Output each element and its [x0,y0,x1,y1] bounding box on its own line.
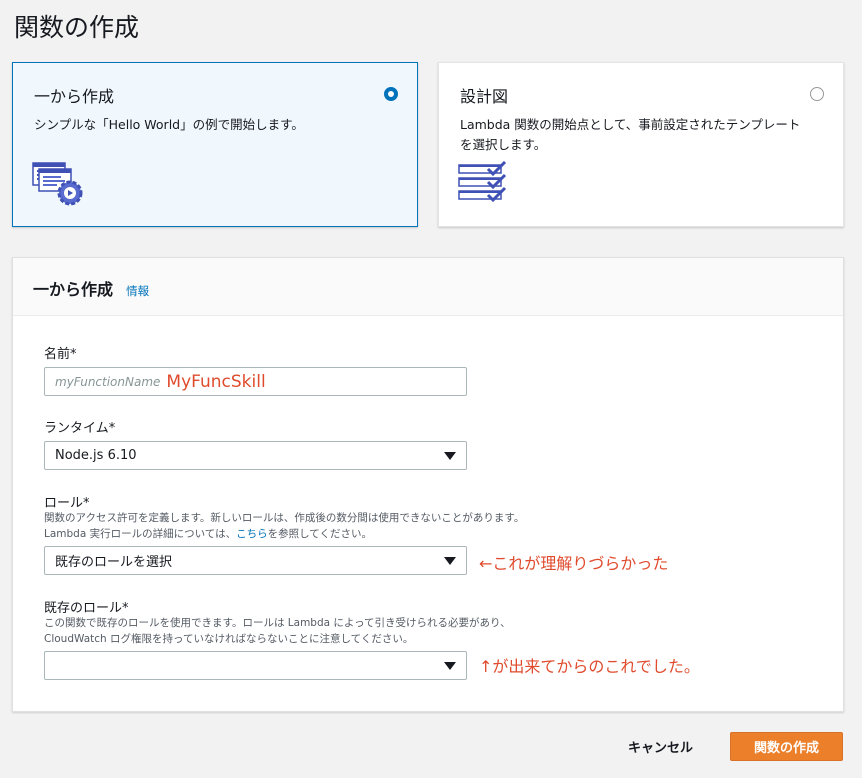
tile-title: 設計図 [460,87,509,106]
runtime-label: ランタイム* [44,421,116,436]
role-help-line-2: Lambda 実行ロールの詳細については、こちらを参照してください。 [44,526,524,542]
tile-blueprint[interactable]: 設計図 Lambda 関数の開始点として、事前設定されたテンプレート を選択しま… [438,62,844,227]
role-help-link[interactable]: こちら [236,528,268,540]
tile-author-from-scratch[interactable]: 一から作成 シンプルな「Hello World」の例で開始します。 [12,62,418,227]
role-help: 関数のアクセス許可を定義します。新しいロールは、作成後の数分間は使用できないこと… [44,510,524,542]
cancel-button[interactable]: キャンセル [628,737,693,756]
tile-description: Lambda 関数の開始点として、事前設定されたテンプレート を選択します。 [460,115,840,155]
page-title: 関数の作成 [14,13,140,42]
tile-description: シンプルな「Hello World」の例で開始します。 [34,117,304,132]
dropdown-arrow-icon [444,557,456,565]
dropdown-arrow-icon [444,662,456,670]
existing-role-label: 既存のロール* [44,601,129,616]
role-help-line-1: 関数のアクセス許可を定義します。新しいロールは、作成後の数分間は使用できないこと… [44,512,525,524]
existing-role-help: この関数で既存のロールを使用できます。ロールは Lambda によって引き受けら… [44,615,511,647]
role-label: ロール* [44,496,90,511]
existing-role-annotation: ↑が出来てからのこれでした。 [479,657,700,676]
role-value: 既存のロールを選択 [55,555,173,570]
checklist-icon [458,160,510,213]
tile-description-line-1: Lambda 関数の開始点として、事前設定されたテンプレート [460,117,801,132]
info-link[interactable]: 情報 [126,284,149,298]
existing-role-select[interactable] [44,651,467,680]
dropdown-arrow-icon [444,452,456,460]
radio-blueprint[interactable] [810,87,824,101]
runtime-select[interactable]: Node.js 6.10 [44,441,467,470]
existing-role-help-line-2: CloudWatch ログ権限を持っていなければならないことに注意してください。 [44,633,414,645]
tile-title: 一から作成 [34,87,115,106]
radio-author-from-scratch[interactable] [384,87,398,101]
role-annotation: ←これが理解りづらかった [479,554,669,573]
panel-title: 一から作成 [33,280,114,299]
role-select[interactable]: 既存のロールを選択 [44,546,467,575]
role-help-pre: Lambda 実行ロールの詳細については、 [44,528,237,540]
code-gear-icon [32,161,94,213]
runtime-value: Node.js 6.10 [55,448,137,463]
tile-description-line-2: を選択します。 [460,137,547,152]
name-placeholder: myFunctionName [55,374,161,389]
existing-role-help-line-1: この関数で既存のロールを使用できます。ロールは Lambda によって引き受けら… [44,617,511,629]
create-function-button[interactable]: 関数の作成 [730,732,843,761]
name-label: 名前* [44,347,77,362]
name-typed-annotation: MyFuncSkill [166,371,266,392]
function-name-input[interactable]: myFunctionName MyFuncSkill [44,367,467,396]
role-help-post: を参照してください。 [267,528,372,540]
create-panel: 一から作成 情報 名前* myFunctionName MyFuncSkill … [12,257,844,712]
panel-header: 一から作成 情報 [13,258,843,316]
